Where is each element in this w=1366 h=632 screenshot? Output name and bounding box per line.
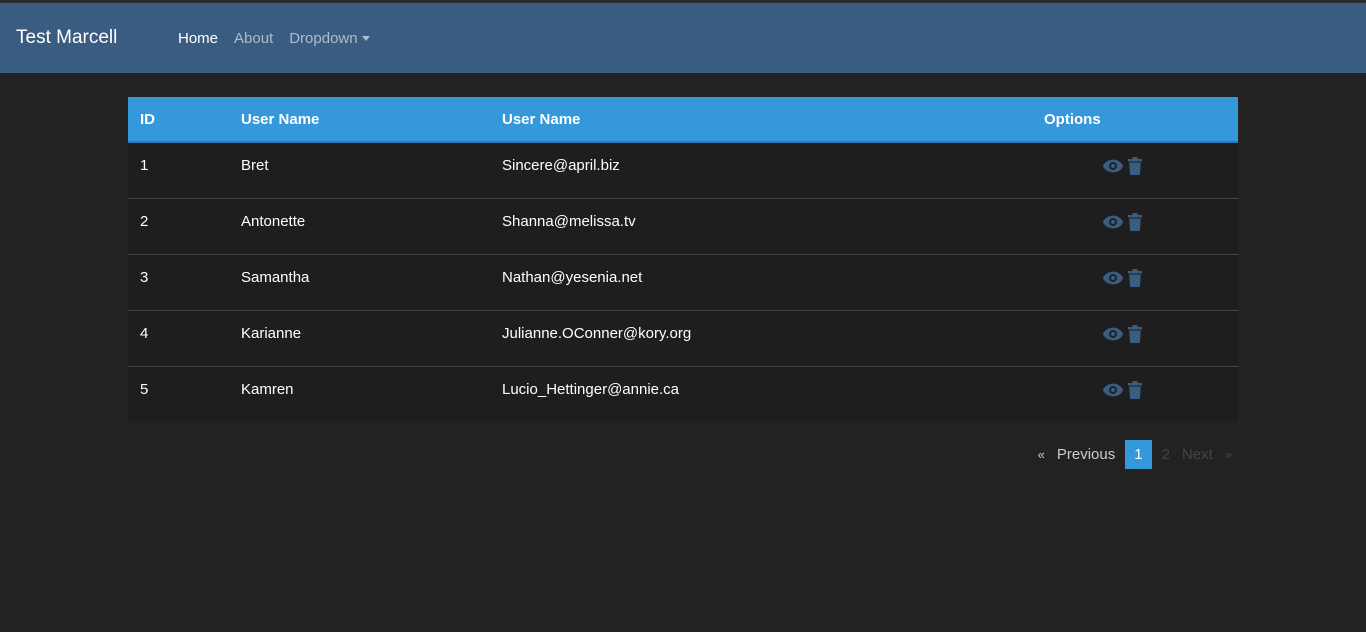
navbar-brand[interactable]: Test Marcell xyxy=(16,27,178,49)
trash-icon[interactable] xyxy=(1128,380,1143,403)
nav-dropdown-label: Dropdown xyxy=(289,29,358,47)
table-header-row: ID User Name User Name Options xyxy=(128,97,1238,143)
header-id: ID xyxy=(128,97,229,143)
pagination: « Previous 1 2 Next » xyxy=(1032,440,1238,469)
table-row: 1 Bret Sincere@april.biz xyxy=(128,142,1238,199)
nav-link-about[interactable]: About xyxy=(234,30,273,47)
cell-email: Julianne.OConner@kory.org xyxy=(490,310,1032,367)
pagination-page-2[interactable]: 2 xyxy=(1156,440,1176,469)
cell-username: Antonette xyxy=(229,198,490,255)
nav-link-home[interactable]: Home xyxy=(178,30,218,47)
header-email: User Name xyxy=(490,97,1032,143)
cell-id: 5 xyxy=(140,380,149,398)
header-options: Options xyxy=(1032,97,1238,143)
nav-dropdown-toggle[interactable]: Dropdown xyxy=(289,29,370,47)
cell-username: Bret xyxy=(229,142,490,199)
trash-icon[interactable] xyxy=(1128,157,1143,179)
cell-options xyxy=(1032,310,1238,367)
eye-icon[interactable] xyxy=(1102,158,1124,178)
eye-icon[interactable] xyxy=(1102,270,1124,290)
cell-options xyxy=(1032,254,1238,311)
cell-username: Karianne xyxy=(229,310,490,367)
cell-email: Sincere@april.biz xyxy=(490,142,1032,199)
cell-options xyxy=(1032,198,1238,255)
cell-id: 4 xyxy=(128,310,229,367)
table-row: 3 Samantha Nathan@yesenia.net xyxy=(128,254,1238,311)
cell-username: Kamren xyxy=(241,380,294,398)
pagination-page-1[interactable]: 1 xyxy=(1125,440,1152,469)
trash-icon[interactable] xyxy=(1128,324,1143,347)
trash-icon[interactable] xyxy=(1128,212,1143,235)
table-row: 2 Antonette Shanna@melissa.tv xyxy=(128,198,1238,255)
cell-username: Samantha xyxy=(229,254,490,311)
eye-icon[interactable] xyxy=(1102,214,1124,234)
users-table: ID User Name User Name Options 1 Bret Si… xyxy=(128,97,1238,422)
eye-icon[interactable] xyxy=(1102,382,1124,402)
pagination-prev-arrow[interactable]: « xyxy=(1032,440,1051,469)
pagination-next[interactable]: Next xyxy=(1176,440,1219,469)
eye-icon[interactable] xyxy=(1102,326,1124,346)
cell-id: 3 xyxy=(128,254,229,311)
cell-email: Shanna@melissa.tv xyxy=(490,198,1032,255)
cell-email: Lucio_Hettinger@annie.ca xyxy=(502,380,680,398)
cell-id: 2 xyxy=(128,198,229,255)
table-row: 4 Karianne Julianne.OConner@kory.org xyxy=(128,310,1238,367)
cell-options xyxy=(1032,142,1238,199)
table-row: 5 Kamren Lucio_Hettinger@annie.ca xyxy=(128,366,1238,422)
navbar: Test Marcell Home About Dropdown xyxy=(0,3,1366,73)
pagination-previous[interactable]: Previous xyxy=(1051,440,1121,469)
caret-down-icon xyxy=(361,35,370,41)
cell-id: 1 xyxy=(128,142,229,199)
users-table-container: ID User Name User Name Options 1 Bret Si… xyxy=(128,97,1238,422)
cell-email: Nathan@yesenia.net xyxy=(490,254,1032,311)
cell-options xyxy=(1032,366,1238,422)
trash-icon[interactable] xyxy=(1128,268,1143,291)
header-username: User Name xyxy=(229,97,490,143)
pagination-next-arrow[interactable]: » xyxy=(1219,440,1238,469)
